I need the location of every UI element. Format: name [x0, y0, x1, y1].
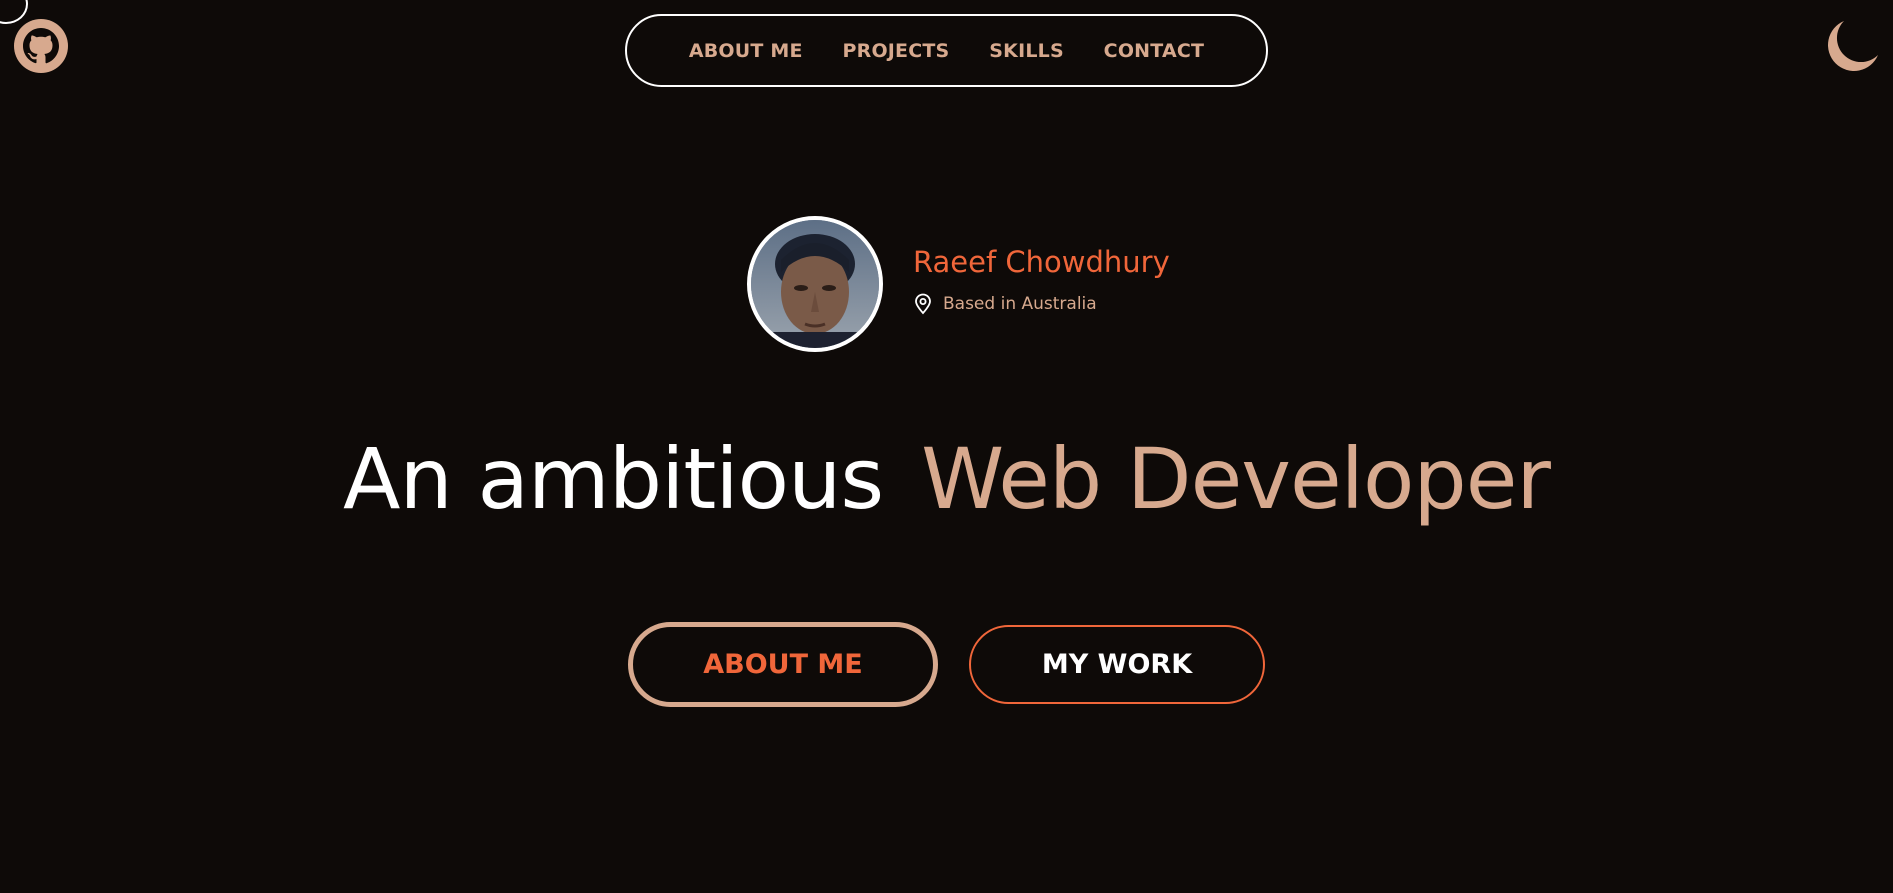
moon-icon — [1828, 21, 1878, 71]
profile-location-text: Based in Australia — [943, 294, 1097, 314]
nav-item-skills[interactable]: SKILLS — [989, 40, 1064, 62]
nav-item-about-me[interactable]: ABOUT ME — [689, 40, 803, 62]
top-nav: ABOUT ME PROJECTS SKILLS CONTACT — [625, 14, 1268, 87]
github-link[interactable] — [14, 19, 68, 73]
profile-location: Based in Australia — [913, 293, 1170, 315]
about-me-button[interactable]: ABOUT ME — [628, 622, 938, 707]
hero-headline: An ambitious Web Developer — [0, 430, 1893, 528]
avatar-portrait — [751, 220, 879, 348]
github-icon — [14, 19, 68, 73]
profile-block: Raeef Chowdhury Based in Australia — [747, 216, 1170, 352]
profile-name: Raeef Chowdhury — [913, 245, 1170, 279]
hero-headline-plain: An ambitious — [343, 430, 884, 528]
nav-item-contact[interactable]: CONTACT — [1104, 40, 1205, 62]
page: ABOUT ME PROJECTS SKILLS CONTACT Raeef C… — [0, 0, 1893, 893]
theme-toggle-button[interactable] — [1822, 17, 1880, 75]
location-pin-icon — [915, 293, 931, 315]
profile-info: Raeef Chowdhury Based in Australia — [913, 245, 1170, 315]
nav-item-projects[interactable]: PROJECTS — [842, 40, 949, 62]
my-work-button[interactable]: MY WORK — [969, 625, 1265, 704]
avatar — [747, 216, 883, 352]
hero-headline-accent: Web Developer — [921, 430, 1551, 528]
